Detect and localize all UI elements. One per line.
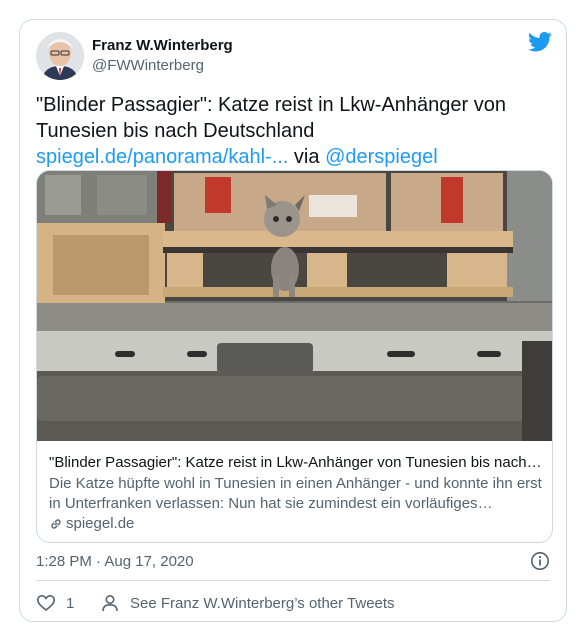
actions-divider xyxy=(36,580,550,581)
other-tweets-link[interactable]: See Franz W.Winterberg’s other Tweets xyxy=(100,593,395,613)
heart-icon xyxy=(36,594,56,612)
link-card-title: "Blinder Passagier": Katze reist in Lkw-… xyxy=(49,454,544,471)
link-card-domain-text: spiegel.de xyxy=(66,515,135,532)
chain-link-icon xyxy=(51,518,61,529)
mention-link[interactable]: @derspiegel xyxy=(325,146,438,168)
via-text: via xyxy=(288,146,326,168)
link-card-description: Die Katze hüpfte wohl in Tunesien in ein… xyxy=(49,475,542,512)
link-card-domain: spiegel.de xyxy=(49,515,134,532)
author-handle[interactable]: @FWWinterberg xyxy=(92,57,204,74)
like-button[interactable]: 1 xyxy=(36,593,74,613)
tweet-card[interactable]: Franz W.Winterberg @FWWinterberg "Blinde… xyxy=(19,19,567,622)
like-count: 1 xyxy=(66,594,75,612)
tweet-timestamp[interactable]: 1:28 PM · Aug 17, 2020 xyxy=(36,553,194,570)
tweet-text-body: "Blinder Passagier": Katze reist in Lkw-… xyxy=(36,94,506,142)
tweet-text: "Blinder Passagier": Katze reist in Lkw-… xyxy=(36,92,552,170)
person-icon xyxy=(102,594,118,612)
info-icon[interactable] xyxy=(530,551,550,571)
author-avatar[interactable] xyxy=(36,32,84,80)
article-link[interactable]: spiegel.de/panorama/kahl-... xyxy=(36,146,288,168)
other-tweets-label: See Franz W.Winterberg’s other Tweets xyxy=(130,594,395,612)
author-name[interactable]: Franz W.Winterberg xyxy=(92,37,233,54)
article-photo xyxy=(37,171,552,441)
link-preview-card[interactable]: "Blinder Passagier": Katze reist in Lkw-… xyxy=(36,170,553,543)
avatar-photo xyxy=(36,32,84,80)
twitter-bird-icon[interactable] xyxy=(528,32,552,52)
